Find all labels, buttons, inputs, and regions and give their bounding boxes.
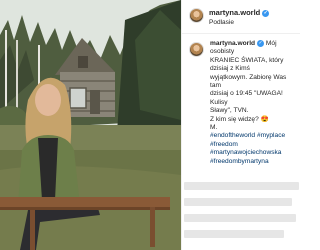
blurred-comment [184,214,296,222]
caption-username[interactable]: martyna.world [210,40,255,47]
avatar[interactable] [189,8,204,23]
hashtag-link[interactable]: #endoftheworld #myplace [210,132,298,140]
instagram-post: martyna.world ✓ Podlasie martyna.world ✓ M… [0,0,300,250]
caption-line: KRANIEC ŚWIATA, który dzisiaj z Kimś [210,56,284,73]
blurred-comment [184,182,299,190]
caption-section: martyna.world ✓ Mój osobisty KRANIEC ŚWIA… [182,34,300,166]
blurred-comment [184,230,284,238]
caption-line: Z kim się widzę? [210,115,259,123]
post-sidebar: martyna.world ✓ Podlasie martyna.world ✓ M… [181,0,300,250]
caption-line: Sławy", TVN. [210,107,249,115]
username-link[interactable]: martyna.world ✓ [209,8,270,17]
caption-line: dzisiaj o 19:45 "UWAGA! Kulisy [210,90,283,106]
hashtag-link[interactable]: #freedom #martynawojciechowska [210,141,298,158]
blurred-comment [184,198,292,206]
caption-line: wyjątkowym. Zabiorę Was tam [210,73,287,90]
post-header: martyna.world ✓ Podlasie [182,0,300,34]
caption-line: M. [210,124,218,132]
verified-badge-icon: ✓ [262,10,270,17]
username-text: martyna.world [209,8,261,17]
smiling-face-with-hearts-icon: 😍 [260,115,269,123]
caption-avatar[interactable] [189,42,204,57]
caption-text: martyna.world ✓ Mój osobisty KRANIEC ŚWIA… [210,40,298,166]
verified-badge-icon: ✓ [257,40,265,47]
forest-scene-image [0,0,181,250]
location-link[interactable]: Podlasie [209,19,234,26]
hashtag-link[interactable]: #freedombymartyna [210,158,298,166]
post-photo[interactable] [0,0,181,250]
